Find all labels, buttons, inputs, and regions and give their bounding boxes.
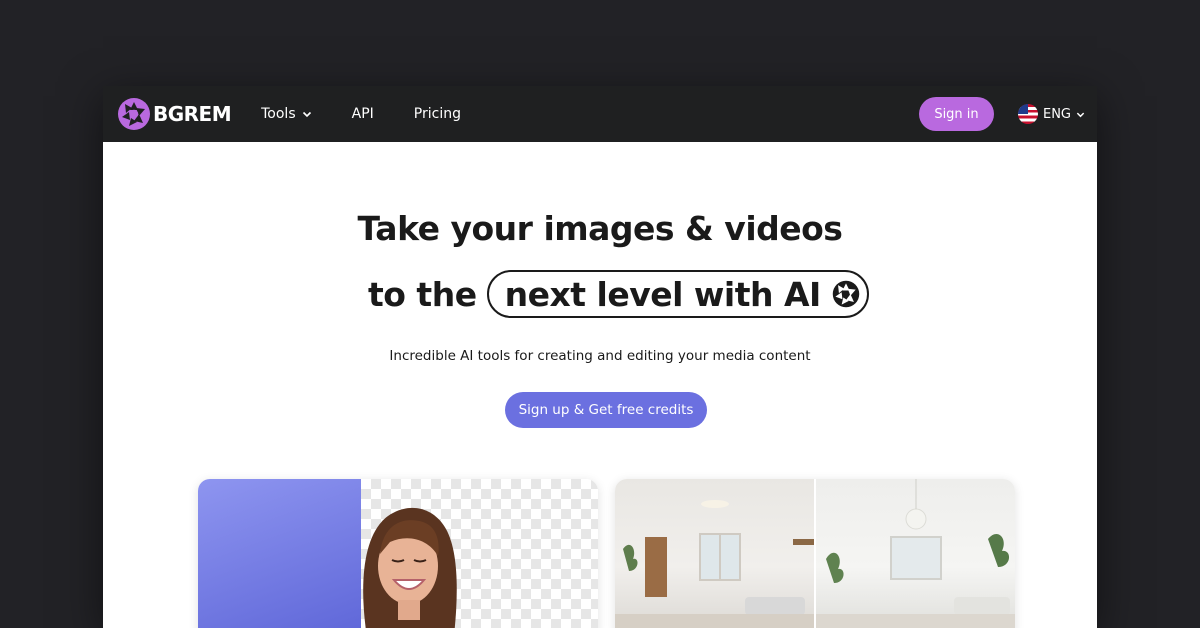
chevron-down-icon <box>1076 112 1085 117</box>
hero-headline-line1: Take your images & videos <box>357 209 843 248</box>
hero-highlight-pill: next level with AI <box>486 270 869 318</box>
nav-api-label: API <box>351 106 374 122</box>
brand-logo[interactable]: BGREM <box>117 97 232 131</box>
nav-pricing-link[interactable]: Pricing <box>414 106 461 122</box>
room-before-illustration <box>615 500 814 628</box>
brand-name: BGREM <box>153 102 232 126</box>
us-flag-icon <box>1017 104 1038 124</box>
nav-right: Sign in ENG <box>918 97 1085 131</box>
language-selector[interactable]: ENG <box>1017 104 1085 124</box>
top-navbar: BGREM Tools API Pricing Sign in ENG <box>103 86 1097 142</box>
hero-headline-prefix: to the <box>368 274 477 314</box>
interior-redesign-preview <box>615 479 1015 628</box>
aperture-icon <box>832 280 860 308</box>
aperture-icon <box>118 98 150 130</box>
chevron-down-icon <box>302 111 311 118</box>
nav-links: Tools API Pricing <box>261 106 461 122</box>
nav-pricing-label: Pricing <box>413 106 461 122</box>
signup-cta-button[interactable]: Sign up & Get free credits <box>505 392 707 428</box>
nav-tools-menu[interactable]: Tools <box>261 106 312 122</box>
nav-tools-label: Tools <box>261 106 296 122</box>
room-before-image <box>615 479 814 628</box>
smiling-woman-image <box>363 508 457 628</box>
room-after-illustration <box>816 479 1015 628</box>
sign-in-button[interactable]: Sign in <box>918 97 994 131</box>
hero-highlight-text: next level with AI <box>504 274 822 314</box>
hero-headline-line2: to the next level with AI <box>368 270 869 318</box>
hero-subtitle: Incredible AI tools for creating and edi… <box>389 348 811 364</box>
browser-window: BGREM Tools API Pricing Sign in ENG Take… <box>103 86 1097 628</box>
language-label: ENG <box>1042 106 1071 122</box>
background-removal-preview <box>198 479 598 628</box>
nav-api-link[interactable]: API <box>352 106 374 122</box>
room-after-image <box>816 479 1015 628</box>
